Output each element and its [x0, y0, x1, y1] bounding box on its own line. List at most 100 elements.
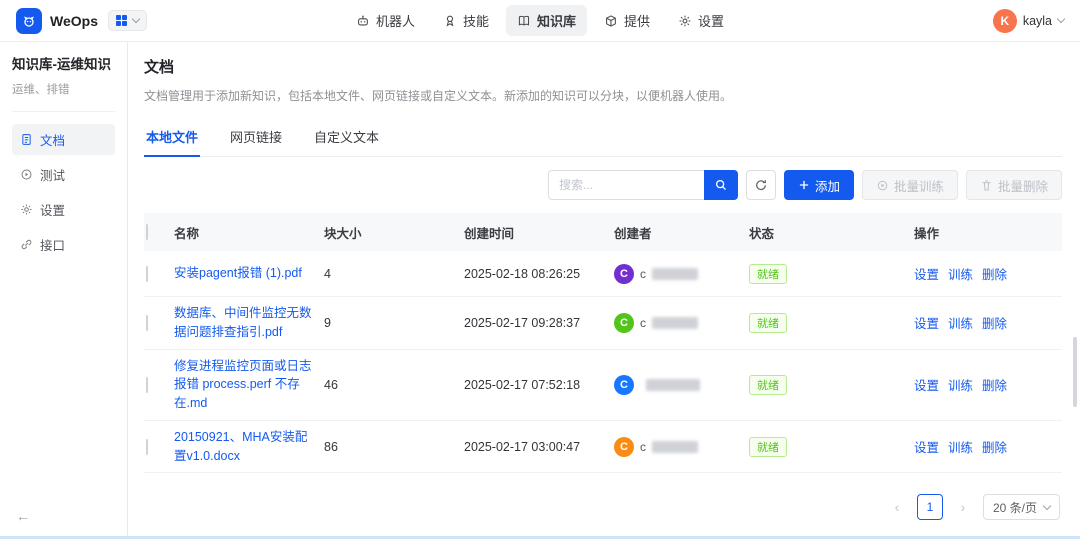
nav-item-knowledge-base[interactable]: 知识库: [505, 5, 588, 36]
user-name: kayla: [1022, 13, 1052, 28]
settings-action-link[interactable]: 设置: [914, 375, 939, 394]
status-badge: 就绪: [749, 436, 787, 457]
link-icon: [20, 238, 33, 251]
tab-web-links[interactable]: 网页链接: [228, 120, 284, 157]
table-row: 安装pagent报错 (1).pdf 4 2025-02-18 08:26:25…: [144, 251, 1062, 297]
weops-logo-icon: [16, 7, 42, 34]
robot-icon: [356, 14, 370, 28]
batch-delete-button[interactable]: 批量删除: [965, 170, 1062, 200]
nav-label: 技能: [462, 14, 489, 29]
knowledge-book-icon: [517, 14, 531, 28]
user-avatar: K: [992, 8, 1017, 33]
knowledge-base-subtitle: 运维、排错: [12, 81, 115, 112]
nav-item-provide[interactable]: 提供: [593, 5, 661, 36]
status-badge: 就绪: [749, 374, 787, 395]
batch-delete-label: 批量删除: [997, 179, 1048, 194]
batch-train-button[interactable]: 批量训练: [861, 170, 958, 200]
search-icon: [714, 178, 728, 192]
row-checkbox[interactable]: [146, 314, 148, 331]
creator-avatar: C: [614, 374, 634, 395]
train-action-link[interactable]: 训练: [948, 437, 973, 456]
search-button[interactable]: [703, 170, 738, 200]
row-checkbox[interactable]: [146, 376, 148, 393]
page-title: 文档: [144, 59, 175, 76]
page-number[interactable]: 1: [916, 494, 943, 520]
document-name-link[interactable]: 修复进程监控页面或日志报错 process.perf 不存在.md: [174, 359, 312, 411]
user-menu[interactable]: K kayla: [992, 8, 1066, 33]
tab-local-files[interactable]: 本地文件: [144, 120, 201, 157]
nav-label: 提供: [624, 14, 651, 29]
delete-action-link[interactable]: 删除: [982, 313, 1007, 332]
document-name-link[interactable]: 数据库、中间件监控无数据问题排查指引.pdf: [174, 306, 312, 339]
nav-item-settings[interactable]: 设置: [667, 5, 735, 36]
creator-avatar: C: [614, 263, 634, 284]
settings-action-link[interactable]: 设置: [914, 264, 939, 283]
refresh-icon: [754, 178, 768, 192]
train-action-link[interactable]: 训练: [948, 313, 973, 332]
train-action-link[interactable]: 训练: [948, 375, 973, 394]
delete-action-link[interactable]: 删除: [982, 437, 1007, 456]
creator-name-blurred: [646, 378, 700, 391]
app-logo[interactable]: WeOps: [16, 7, 98, 34]
chevron-down-icon: [1042, 501, 1052, 510]
tab-custom-text[interactable]: 自定义文本: [312, 120, 381, 157]
train-action-link[interactable]: 训练: [948, 264, 973, 283]
search-input[interactable]: [547, 170, 704, 200]
document-source-tabs: 本地文件 网页链接 自定义文本: [144, 120, 1062, 157]
settings-action-link[interactable]: 设置: [914, 313, 939, 332]
page-description: 文档管理用于添加新知识，包括本地文件、网页链接或自定义文本。新添加的知识可以分块…: [144, 89, 733, 103]
refresh-button[interactable]: [745, 170, 776, 200]
table-toolbar: 添加 批量训练 批量删除: [144, 170, 1062, 200]
creator-name-prefix: c: [640, 266, 646, 281]
table-row: 20150921、MHA安装配置v1.0.docx 86 2025-02-17 …: [144, 421, 1062, 474]
column-header-status: 状态: [749, 226, 775, 241]
table-header-row: 名称 块大小 创建时间 创建者 状态 操作: [144, 213, 1062, 251]
settings-action-link[interactable]: 设置: [914, 437, 939, 456]
workspace-switcher[interactable]: [107, 9, 148, 32]
sidebar-item-documents[interactable]: 文档: [12, 123, 115, 155]
chunk-size-value: 9: [324, 315, 331, 330]
add-button[interactable]: 添加: [783, 170, 854, 200]
topbar: WeOps 机器人 技能 知识库 提供 设置 K kayla: [0, 0, 1080, 42]
creator-avatar: C: [614, 312, 634, 333]
sidebar-item-api[interactable]: 接口: [12, 229, 115, 260]
document-name-link[interactable]: 20150921、MHA安装配置v1.0.docx: [174, 430, 307, 463]
creator-cell: C c: [614, 436, 749, 457]
column-header-chunk-size: 块大小: [324, 226, 362, 241]
document-name-link[interactable]: 安装pagent报错 (1).pdf: [174, 266, 302, 280]
row-checkbox[interactable]: [146, 438, 148, 455]
plus-icon: [798, 179, 810, 191]
created-time-value: 2025-02-17 07:52:18: [464, 377, 581, 392]
add-button-label: 添加: [814, 179, 840, 194]
document-icon: [20, 133, 33, 146]
collapse-sidebar-button[interactable]: ←: [16, 508, 30, 524]
nav-item-skills[interactable]: 技能: [432, 5, 500, 36]
row-checkbox[interactable]: [146, 265, 148, 282]
delete-action-link[interactable]: 删除: [982, 264, 1007, 283]
chevron-down-icon: [1056, 14, 1066, 24]
creator-avatar: C: [614, 436, 634, 457]
page-size-select[interactable]: 20 条/页: [982, 494, 1060, 520]
table-row: 修复进程监控页面或日志报错 process.perf 不存在.md 46 202…: [144, 350, 1062, 421]
nav-item-robots[interactable]: 机器人: [345, 5, 426, 36]
column-header-creator: 创建者: [614, 226, 652, 241]
created-time-value: 2025-02-17 09:28:37: [464, 315, 581, 330]
sidebar-item-label: 设置: [40, 203, 66, 218]
sidebar-item-test[interactable]: 测试: [12, 159, 115, 190]
chunk-size-value: 46: [324, 377, 338, 392]
created-time-value: 2025-02-18 08:26:25: [464, 266, 581, 281]
row-actions: 设置 训练 删除: [914, 437, 1062, 456]
table-row: 数据库、中间件监控无数据问题排查指引.pdf 9 2025-02-17 09:2…: [144, 297, 1062, 350]
sidebar-item-settings[interactable]: 设置: [12, 194, 115, 225]
sidebar-item-label: 测试: [40, 168, 66, 183]
row-actions: 设置 训练 删除: [914, 264, 1062, 283]
previous-page-button[interactable]: ‹: [885, 495, 909, 519]
delete-action-link[interactable]: 删除: [982, 375, 1007, 394]
creator-name-blurred: [652, 267, 698, 280]
app-name: WeOps: [50, 12, 98, 29]
scrollbar-thumb[interactable]: [1073, 337, 1077, 407]
next-page-button[interactable]: ›: [951, 495, 975, 519]
column-header-created-time: 创建时间: [464, 226, 515, 241]
select-all-checkbox[interactable]: [146, 224, 148, 240]
documents-table: 名称 块大小 创建时间 创建者 状态 操作 安装pagent报错 (1).pdf…: [144, 213, 1062, 474]
